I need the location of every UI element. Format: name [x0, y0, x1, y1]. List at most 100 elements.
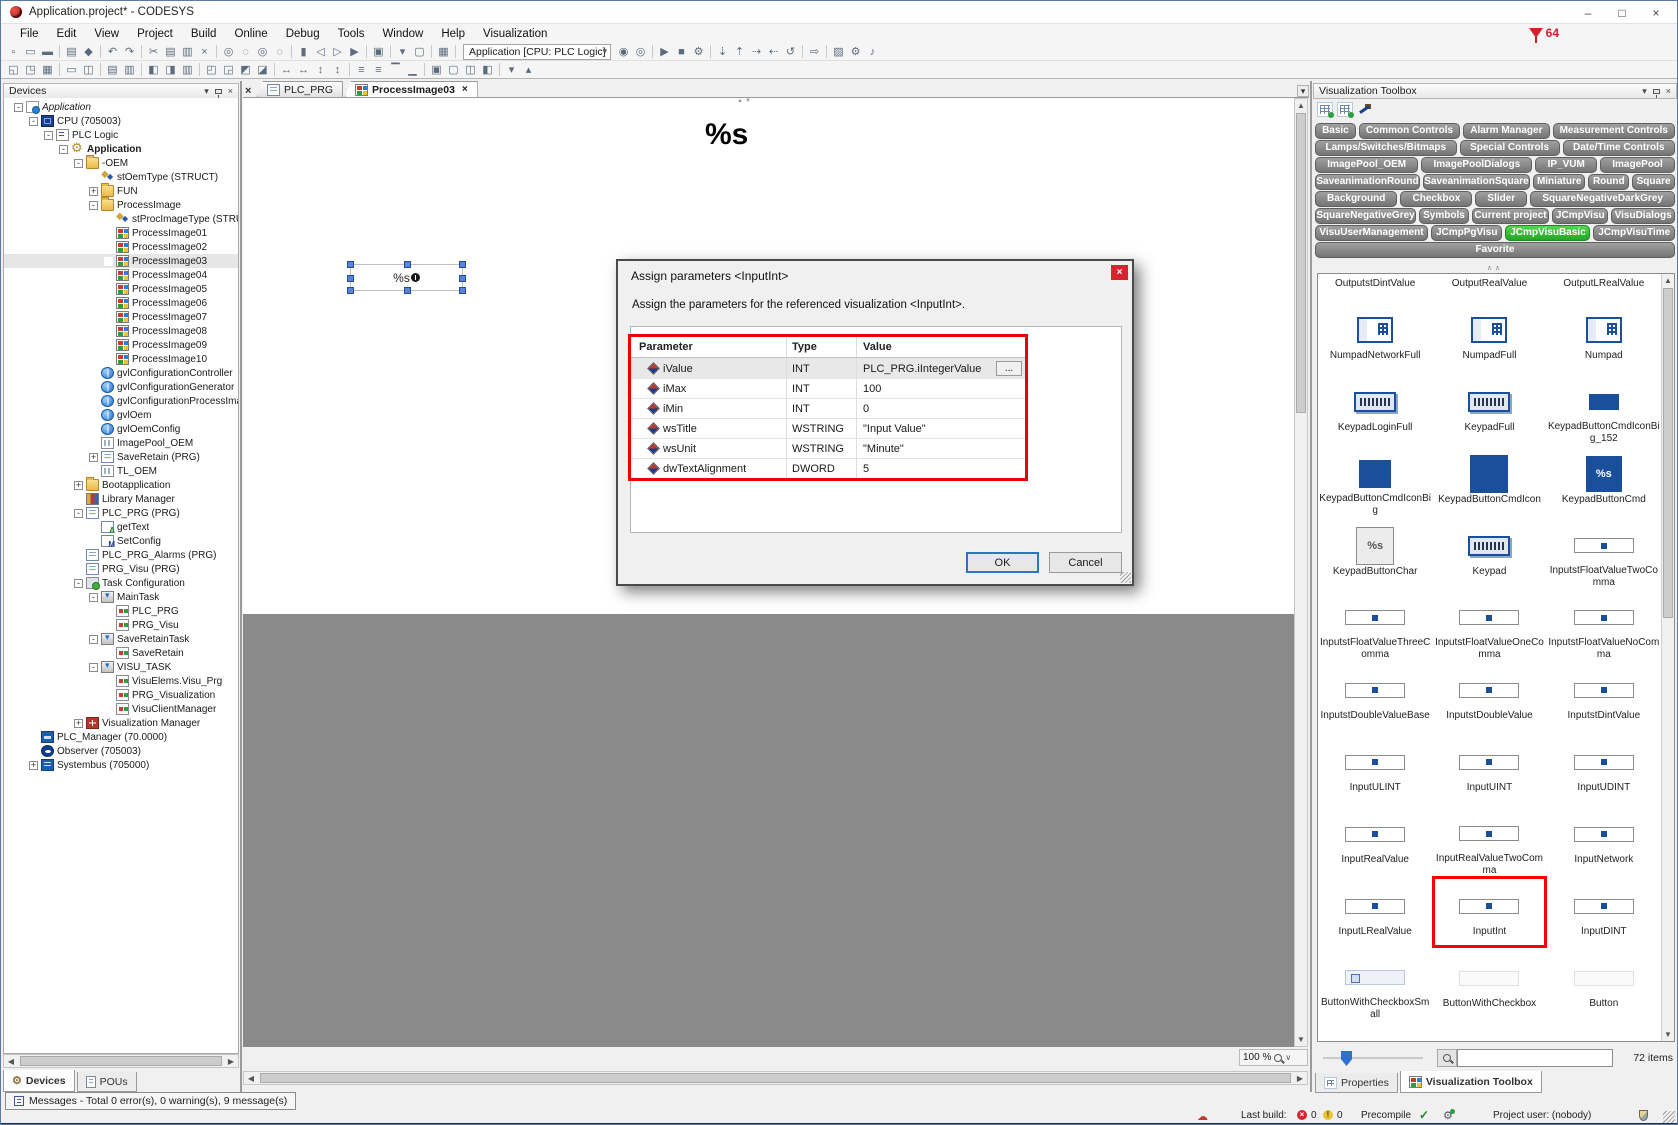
expand-toggle[interactable]: -	[89, 593, 98, 602]
menu-item[interactable]: Help	[432, 28, 474, 40]
parameter-cell[interactable]: iMin	[631, 399, 787, 418]
toolbox-item[interactable]: OutputRealValue	[1432, 274, 1546, 300]
tree-item[interactable]: - PLC Logic	[4, 128, 238, 142]
tree-item[interactable]: PRG_Visu (PRG)	[4, 562, 238, 576]
toolbar-icon[interactable]: ⚙	[690, 44, 707, 60]
notification-badge[interactable]: 64	[1529, 26, 1559, 40]
scroll-right-icon[interactable]: ▶	[224, 1055, 238, 1067]
insert-element-alt-icon[interactable]	[1337, 102, 1353, 117]
expand-toggle[interactable]	[29, 747, 38, 756]
toolbar-icon[interactable]: ◫	[80, 62, 97, 78]
scrollbar-thumb[interactable]	[1296, 113, 1306, 413]
category-button[interactable]: SquareNegativeGrey	[1315, 208, 1416, 224]
expand-toggle[interactable]	[29, 733, 38, 742]
expand-toggle[interactable]	[104, 243, 113, 252]
toolbar-icon[interactable]: ◧	[145, 62, 162, 78]
toolbar-icon[interactable]	[649, 44, 656, 60]
tree-item[interactable]: TL_OEM	[4, 464, 238, 478]
tab-close-icon[interactable]: ×	[462, 84, 468, 95]
tree-item[interactable]: - SaveRetainTask	[4, 632, 238, 646]
toolbar-icon[interactable]	[138, 62, 145, 78]
pin-icon[interactable]	[215, 89, 222, 94]
parameter-row[interactable]: wsTitle WSTRING "Input Value"	[631, 418, 1025, 438]
menu-item[interactable]: File	[11, 28, 48, 40]
toolbar-icon[interactable]: ▦	[435, 44, 452, 60]
tree-item[interactable]: gvlOem	[4, 408, 238, 422]
tree-item[interactable]: VisuClientManager	[4, 702, 238, 716]
category-button[interactable]: SquareNegativeDarkGrey	[1530, 191, 1675, 207]
type-cell[interactable]: INT	[787, 359, 857, 378]
tree-item[interactable]: - MainTask	[4, 590, 238, 604]
tree-item[interactable]: - Application	[4, 100, 238, 114]
slider-thumb[interactable]	[1341, 1051, 1352, 1066]
tree-item[interactable]: - Application	[4, 142, 238, 156]
category-button[interactable]: Common Controls	[1359, 123, 1460, 139]
tree-item[interactable]: - Task Configuration	[4, 576, 238, 590]
splitter-arrows-icon[interactable]: ▲▼	[735, 98, 755, 105]
category-button[interactable]: VisuUserManagement	[1315, 225, 1428, 241]
panel-splitter-left[interactable]	[240, 81, 242, 1092]
expand-toggle[interactable]	[104, 341, 113, 350]
resize-handle[interactable]	[347, 275, 354, 282]
menu-item[interactable]: Project	[128, 28, 182, 40]
toolbar-icon[interactable]: ▬	[39, 44, 56, 60]
toolbox-item[interactable]: KeypadButtonCmdIcon	[1432, 444, 1546, 516]
tree-item[interactable]: ProcessImage03	[4, 254, 238, 268]
toolbar-icon[interactable]: ⚙	[847, 44, 864, 60]
expand-toggle[interactable]	[104, 271, 113, 280]
expand-toggle[interactable]	[104, 257, 113, 266]
browse-button[interactable]: ...	[996, 361, 1022, 376]
tree-item[interactable]: gvlConfigurationController	[4, 366, 238, 380]
toolbar-icon[interactable]: ↷	[121, 44, 138, 60]
type-cell[interactable]: WSTRING	[787, 419, 857, 438]
toolbar-icon[interactable]	[496, 62, 503, 78]
toolbox-item[interactable]: InputRealValueTwoComma	[1432, 804, 1546, 876]
toolbar-icon[interactable]: ▫	[5, 44, 22, 60]
toolbar-icon[interactable]: ◨	[162, 62, 179, 78]
toolbox-item[interactable]: InputstFloatValueOneComma	[1432, 588, 1546, 660]
expand-toggle[interactable]	[89, 397, 98, 406]
toolbar-icon[interactable]: ⇣	[714, 44, 731, 60]
expand-toggle[interactable]	[104, 313, 113, 322]
devices-horizontal-scrollbar[interactable]: ◀ ▶	[3, 1054, 239, 1068]
type-cell[interactable]: INT	[787, 379, 857, 398]
toolbar-icon[interactable]: ▮	[295, 44, 312, 60]
toolbox-item[interactable]: InputstDintValue	[1547, 660, 1661, 732]
search-button[interactable]	[1437, 1049, 1457, 1067]
panel-close-icon[interactable]: ×	[228, 86, 233, 96]
toolbar-icon[interactable]: ▶	[346, 44, 363, 60]
toolbox-item[interactable]: InputstDoubleValueBase	[1318, 660, 1432, 732]
tab-properties[interactable]: Properties	[1315, 1073, 1398, 1093]
toolbox-item[interactable]: InputUINT	[1432, 732, 1546, 804]
chevron-down-icon[interactable]: ∨	[1285, 1053, 1291, 1062]
toolbox-item[interactable]: InputLRealValue	[1318, 876, 1432, 948]
toolbox-item[interactable]: NumpadFull	[1432, 300, 1546, 372]
tree-item[interactable]: + SaveRetain (PRG)	[4, 450, 238, 464]
expand-toggle[interactable]: +	[74, 481, 83, 490]
expand-toggle[interactable]	[104, 705, 113, 714]
category-button[interactable]: Symbols	[1419, 208, 1469, 224]
toolbar-icon[interactable]: ▭	[22, 44, 39, 60]
toolbar-icon[interactable]	[138, 44, 145, 60]
category-button[interactable]: JCmpVisuTime	[1593, 225, 1675, 241]
column-header-type[interactable]: Type	[787, 337, 857, 357]
toolbar-icon[interactable]: ◁	[312, 44, 329, 60]
insert-element-icon[interactable]	[1317, 102, 1333, 117]
toolbox-item[interactable]: KeypadLoginFull	[1318, 372, 1432, 444]
expand-toggle[interactable]: +	[89, 187, 98, 196]
parameter-cell[interactable]: iMax	[631, 379, 787, 398]
tree-item[interactable]: - VISU_TASK	[4, 660, 238, 674]
tree-item[interactable]: gvlOemConfig	[4, 422, 238, 436]
toolbar-icon[interactable]: ↔	[278, 62, 295, 78]
tree-item[interactable]: PRG_Visualization	[4, 688, 238, 702]
tree-item[interactable]: ProcessImage02	[4, 240, 238, 254]
resize-handle[interactable]	[459, 261, 466, 268]
scroll-right-icon[interactable]: ▶	[1293, 1072, 1307, 1084]
expand-toggle[interactable]	[74, 495, 83, 504]
toolbox-item[interactable]: KeypadButtonCmdIconBig_152	[1547, 372, 1661, 444]
toolbar-icon[interactable]: ♪	[864, 44, 881, 60]
toolbar-icon[interactable]: ▢	[445, 62, 462, 78]
scroll-down-icon[interactable]: ▼	[1662, 1028, 1674, 1041]
scroll-left-icon[interactable]: ◀	[4, 1055, 18, 1067]
expand-toggle[interactable]	[104, 355, 113, 364]
